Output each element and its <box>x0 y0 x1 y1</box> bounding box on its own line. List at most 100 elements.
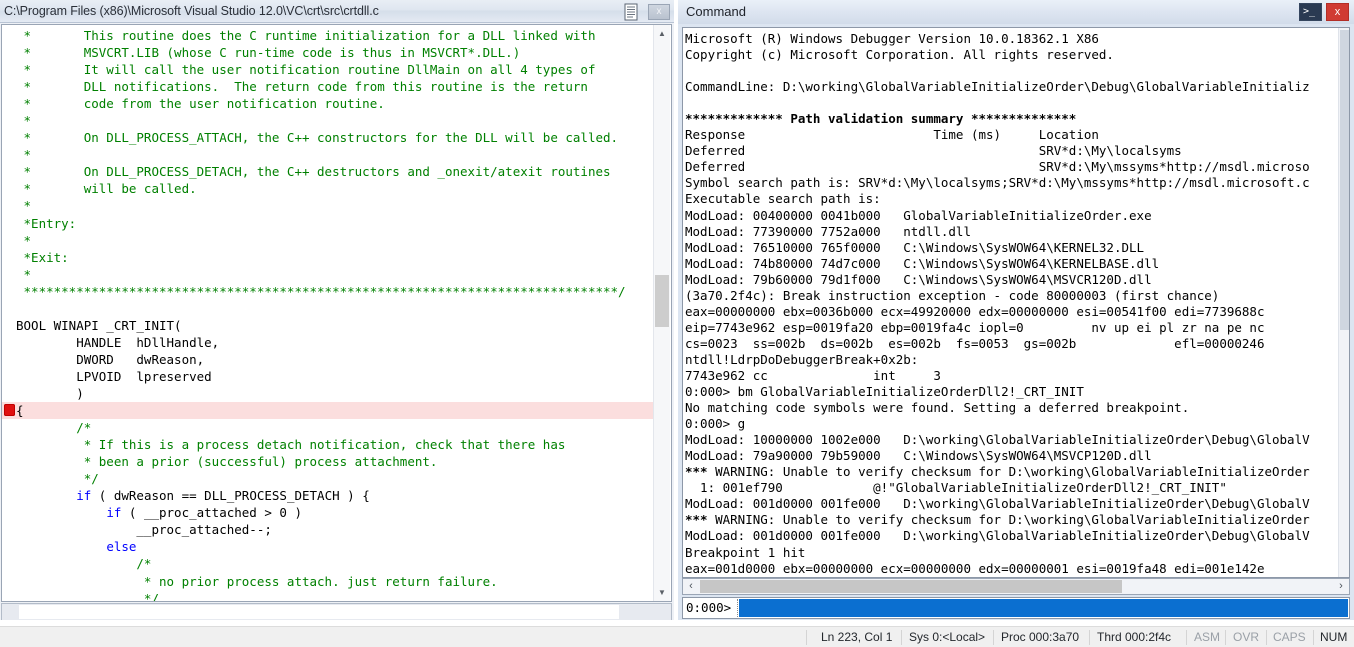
code-line-text: ****************************************… <box>16 283 626 299</box>
source-horizontal-scrollbar[interactable] <box>1 603 672 621</box>
code-line-text: /* <box>16 420 92 436</box>
command-output-line: ModLoad: 79b60000 79d1f000 C:\Windows\Sy… <box>685 272 1340 288</box>
command-output-line: ModLoad: 001d0000 001fe000 D:\working\Gl… <box>685 528 1340 544</box>
source-vertical-scrollbar[interactable]: ▲ ▼ <box>653 25 670 601</box>
code-line-text: __proc_attached--; <box>16 522 272 538</box>
code-line-text: * no prior process attach. just return f… <box>16 573 498 589</box>
command-output-text: ************* Path validation summary **… <box>685 111 1077 127</box>
status-ovr: OVR <box>1233 630 1260 644</box>
scroll-down-icon[interactable]: ▼ <box>654 584 670 601</box>
status-sys: Sys 0:<Local> <box>909 630 986 644</box>
command-output-line: Symbol search path is: SRV*d:\My\localsy… <box>685 175 1340 191</box>
command-output-text: Response Time (ms) Location <box>685 127 1099 143</box>
command-output-list: Microsoft (R) Windows Debugger Version 1… <box>685 31 1340 577</box>
code-line: if ( dwReason == DLL_PROCESS_DETACH ) { <box>2 487 654 504</box>
code-line-text: *Exit: <box>16 249 69 265</box>
command-output-line: Deferred SRV*d:\My\localsyms <box>685 143 1340 159</box>
code-line: * On DLL_PROCESS_DETACH, the C++ destruc… <box>2 163 654 180</box>
hscroll-left-arrow-icon[interactable]: ‹ <box>683 579 699 594</box>
warning-marker: *** <box>685 464 708 480</box>
code-line: HANDLE hDllHandle, <box>2 334 654 351</box>
breakpoint-icon[interactable] <box>4 404 15 417</box>
code-line-text: */ <box>16 590 159 601</box>
code-line: * <box>2 197 654 214</box>
command-output-line: Deferred SRV*d:\My\mssyms*http://msdl.mi… <box>685 159 1340 175</box>
code-line: * been a prior (successful) process atta… <box>2 453 654 470</box>
code-line-text: * <box>16 113 32 129</box>
code-line-text: if ( dwReason == DLL_PROCESS_DETACH ) { <box>76 488 370 504</box>
command-output-line: ModLoad: 77390000 7752a000 ntdll.dll <box>685 224 1340 240</box>
code-line-text: */ <box>16 471 99 487</box>
code-line-list: * This routine does the C runtime initia… <box>2 27 654 601</box>
code-line-text: * On DLL_PROCESS_DETACH, the C++ destruc… <box>16 164 611 180</box>
command-window-titlebar[interactable]: Command >_ x <box>678 0 1354 24</box>
status-separator <box>806 630 807 645</box>
source-window-titlebar[interactable]: C:\Program Files (x86)\Microsoft Visual … <box>0 0 674 23</box>
code-line: /* <box>2 419 654 436</box>
code-line: * will be called. <box>2 180 654 197</box>
command-window-close-button[interactable]: x <box>1326 3 1349 21</box>
code-line-text: * <box>16 266 32 282</box>
command-hscrollbar-thumb[interactable] <box>700 580 1122 593</box>
code-line: */ <box>2 590 654 601</box>
command-output-text: ModLoad: 001d0000 001fe000 D:\working\Gl… <box>685 496 1310 512</box>
command-output-text: CommandLine: D:\working\GlobalVariableIn… <box>685 79 1310 95</box>
source-scrollbar-thumb[interactable] <box>655 275 669 327</box>
command-output-text: eax=00000000 ebx=0036b000 ecx=49920000 e… <box>685 303 1265 319</box>
code-line-text: * On DLL_PROCESS_ATTACH, the C++ constru… <box>16 130 619 146</box>
command-output-line: ************* Path validation summary **… <box>685 111 1340 127</box>
code-line-text: DWORD dwReason, <box>16 351 205 367</box>
code-line: __proc_attached--; <box>2 521 654 538</box>
selected-command-text: 0:000> g <box>685 416 746 432</box>
command-horizontal-scrollbar[interactable]: ‹ › <box>682 578 1350 595</box>
command-output-line: eip=7743e962 esp=0019fa20 ebp=0019fa4c i… <box>685 320 1340 336</box>
selected-command-text: 0:000> bm GlobalVariableInitializeOrderD… <box>685 384 1084 400</box>
code-line-text: * It will call the user notification rou… <box>16 62 596 78</box>
code-line: * It will call the user notification rou… <box>2 61 654 78</box>
code-line: */ <box>2 470 654 487</box>
command-output-text: No matching code symbols were found. Set… <box>685 400 1190 416</box>
code-line-text: * will be called. <box>16 181 197 197</box>
code-line-text: ) <box>16 385 84 401</box>
command-output-text: 7743e962 cc int 3 <box>685 367 941 383</box>
code-line-text: * MSVCRT.LIB (whose C run-time code is t… <box>16 45 521 61</box>
command-window-restore-button[interactable]: >_ <box>1299 3 1322 21</box>
command-output-text: ModLoad: 77390000 7752a000 ntdll.dll <box>685 223 971 239</box>
code-line-text: * <box>16 147 32 163</box>
source-window-title: C:\Program Files (x86)\Microsoft Visual … <box>4 4 379 18</box>
document-icon <box>623 3 640 21</box>
source-code-window: C:\Program Files (x86)\Microsoft Visual … <box>0 0 674 626</box>
source-window-close-button[interactable]: x <box>648 4 670 20</box>
code-line-text: { <box>16 403 24 419</box>
hscroll-right-arrow-icon[interactable]: › <box>1333 579 1349 594</box>
code-line-text: * This routine does the C runtime initia… <box>16 28 596 43</box>
status-separator <box>1089 630 1090 645</box>
command-output-text: (3a70.2f4c): Break instruction exception… <box>685 287 1220 303</box>
code-line-text: *Entry: <box>16 215 77 231</box>
command-output-text: ModLoad: 001d0000 001fe000 D:\working\Gl… <box>685 528 1310 544</box>
command-scrollbar-thumb[interactable] <box>1340 30 1349 330</box>
code-line-text: if ( __proc_attached > 0 ) <box>106 505 302 521</box>
scroll-up-icon[interactable]: ▲ <box>654 25 670 42</box>
command-output-text: ModLoad: 76510000 765f0000 C:\Windows\Sy… <box>685 239 1145 255</box>
source-window-client: * This routine does the C runtime initia… <box>1 24 672 602</box>
source-hscrollbar-thumb[interactable] <box>19 605 619 619</box>
code-editor-area[interactable]: * This routine does the C runtime initia… <box>2 25 654 601</box>
code-line: * On DLL_PROCESS_ATTACH, the C++ constru… <box>2 129 654 146</box>
code-line: else <box>2 538 654 555</box>
command-vertical-scrollbar[interactable] <box>1338 28 1349 577</box>
code-line: * If this is a process detach notificati… <box>2 436 654 453</box>
command-output-text: ModLoad: 10000000 1002e000 D:\working\Gl… <box>685 432 1310 448</box>
command-input[interactable] <box>739 599 1348 617</box>
command-output-line: ModLoad: 10000000 1002e000 D:\working\Gl… <box>685 432 1340 448</box>
code-line: DWORD dwReason, <box>2 351 654 368</box>
status-proc: Proc 000:3a70 <box>1001 630 1080 644</box>
command-output-text: eip=7743e962 esp=0019fa20 ebp=0019fa4c i… <box>685 319 1265 335</box>
command-input-row[interactable]: 0:000> <box>682 597 1350 619</box>
code-line: /* <box>2 555 654 572</box>
command-window-title: Command <box>686 4 746 19</box>
command-output-text: WARNING: Unable to verify checksum for D… <box>707 464 1310 480</box>
command-output-pane[interactable]: Microsoft (R) Windows Debugger Version 1… <box>682 27 1350 578</box>
code-line-text: else <box>106 539 137 555</box>
